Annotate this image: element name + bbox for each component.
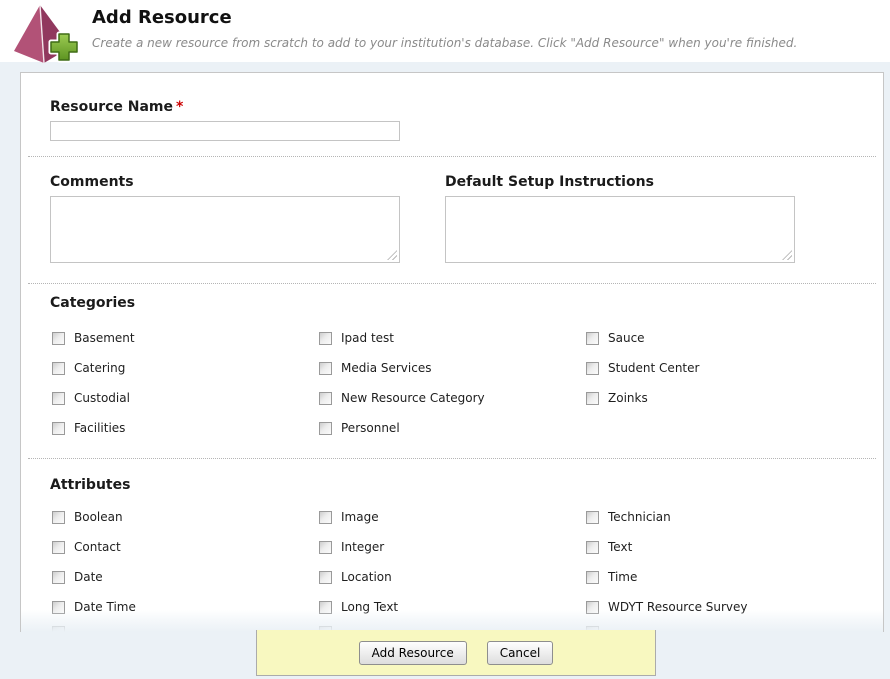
category-label: Personnel [341,421,400,435]
category-checkbox[interactable] [52,422,65,435]
attribute-checkbox[interactable] [52,571,65,584]
attribute-label: Date [74,570,103,584]
resource-name-label: Resource Name* [50,99,183,115]
pyramid-with-plus-icon [12,2,78,66]
category-item: New Resource Category [319,383,586,413]
attribute-checkbox[interactable] [586,571,599,584]
default-setup-instructions-textarea[interactable] [445,196,795,263]
category-label: Facilities [74,421,125,435]
category-item: Facilities [52,413,319,443]
page-background: Add Resource Create a new resource from … [0,0,890,679]
add-resource-button[interactable]: Add Resource [359,641,467,665]
category-label: Ipad test [341,331,394,345]
category-checkbox[interactable] [319,422,332,435]
category-label: Student Center [608,361,699,375]
comments-textarea[interactable] [50,196,400,263]
attribute-item: Time [586,562,853,592]
category-checkbox[interactable] [586,332,599,345]
attribute-label: Contact [74,540,121,554]
category-checkbox[interactable] [52,362,65,375]
attribute-checkbox[interactable] [319,571,332,584]
attribute-item: Date [52,562,319,592]
attribute-label: Text [608,540,632,554]
category-checkbox[interactable] [586,362,599,375]
category-checkbox[interactable] [319,332,332,345]
category-checkbox[interactable] [586,392,599,405]
attribute-checkbox[interactable] [586,511,599,524]
cancel-button[interactable]: Cancel [487,641,554,665]
category-label: Zoinks [608,391,648,405]
attribute-item: Integer [319,532,586,562]
default-setup-instructions-label: Default Setup Instructions [445,174,654,190]
attribute-item: Technician [586,502,853,532]
category-label: Custodial [74,391,130,405]
category-checkbox[interactable] [52,392,65,405]
category-label: New Resource Category [341,391,485,405]
attribute-label: Technician [608,510,671,524]
category-item: Basement [52,323,319,353]
attributes-heading: Attributes [50,477,130,493]
attribute-checkbox[interactable] [319,511,332,524]
category-item: Zoinks [586,383,853,413]
attribute-checkbox[interactable] [52,541,65,554]
category-item: Sauce [586,323,853,353]
categories-heading: Categories [50,295,135,311]
attribute-item: Contact [52,532,319,562]
category-label: Basement [74,331,135,345]
attribute-item: Long Text [319,592,586,622]
attribute-checkbox[interactable] [319,601,332,614]
category-label: Catering [74,361,125,375]
section-separator [28,156,876,157]
attributes-grid: Boolean Contact Date Date Time Image Int… [52,502,853,622]
category-item: Student Center [586,353,853,383]
attribute-label: Time [608,570,637,584]
category-item: Ipad test [319,323,586,353]
footer-action-bar: Add Resource Cancel [256,630,656,676]
category-checkbox[interactable] [52,332,65,345]
categories-grid: Basement Catering Custodial Facilities I… [52,323,853,443]
page-subtitle: Create a new resource from scratch to ad… [92,36,797,50]
category-checkbox[interactable] [319,362,332,375]
form-panel: Resource Name* Comments Default Setup In… [20,72,884,632]
section-separator [28,283,876,284]
category-label: Media Services [341,361,431,375]
attribute-checkbox[interactable] [52,601,65,614]
attribute-item: Boolean [52,502,319,532]
category-item: Media Services [319,353,586,383]
attribute-checkbox[interactable] [52,626,65,632]
attribute-item: Date Time [52,592,319,622]
attribute-label: Long Text [341,600,398,614]
category-item: Personnel [319,413,586,443]
category-item: Custodial [52,383,319,413]
page-title: Add Resource [92,7,232,28]
comments-label: Comments [50,174,134,190]
attribute-checkbox[interactable] [586,541,599,554]
attribute-label: Date Time [74,600,136,614]
category-checkbox[interactable] [319,392,332,405]
attribute-label: Location [341,570,392,584]
attribute-label: Image [341,510,379,524]
attribute-item: Location [319,562,586,592]
resource-name-input[interactable] [50,121,400,141]
attribute-checkbox[interactable] [586,601,599,614]
attribute-label: WDYT Resource Survey [608,600,748,614]
attribute-label: Boolean [74,510,123,524]
section-separator [28,458,876,459]
category-item: Catering [52,353,319,383]
attribute-item: WDYT Resource Survey [586,592,853,622]
app-header: Add Resource Create a new resource from … [0,0,890,62]
attribute-item: Text [586,532,853,562]
category-label: Sauce [608,331,645,345]
attribute-checkbox[interactable] [52,511,65,524]
attribute-label: Integer [341,540,384,554]
required-asterisk: * [176,99,183,115]
attribute-checkbox[interactable] [319,541,332,554]
attribute-item: Image [319,502,586,532]
